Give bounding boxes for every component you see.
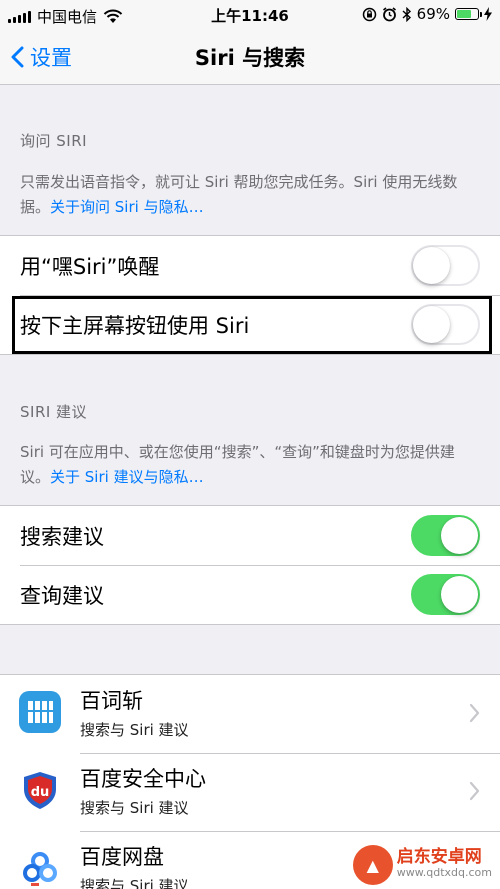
bluetooth-icon: [402, 6, 411, 22]
battery-percent: 69%: [416, 5, 450, 23]
ask-siri-group: 用“嘿Siri”唤醒 按下主屏幕按钮使用 Siri: [0, 235, 500, 355]
toggle-knob: [413, 247, 450, 284]
lookup-suggestions-label: 查询建议: [20, 583, 104, 608]
baidu-netdisk-icon: [19, 847, 61, 889]
siri-suggestions-description: Siri 可在应用中、或在您使用“搜索”、“查询”和键盘时为您提供建议。关于 S…: [20, 440, 482, 490]
app-row-baidu-security[interactable]: du 百度安全中心 搜索与 Siri 建议: [0, 753, 500, 831]
toggle-knob: [441, 576, 478, 613]
app-name: 百词斩: [80, 689, 143, 713]
status-bar: 中国电信 上午11:46 69%: [0, 0, 500, 30]
home-button-siri-label: 按下主屏幕按钮使用 Siri: [20, 313, 250, 338]
nav-bar: 设置 Siri 与搜索: [0, 30, 500, 85]
app-name: 百度网盘: [80, 845, 164, 869]
battery-icon: [455, 8, 482, 20]
alarm-icon: [382, 6, 396, 21]
watermark-logo: ▲: [352, 845, 393, 885]
status-right: 69%: [362, 5, 492, 23]
ask-siri-privacy-link[interactable]: 关于询问 Siri 与隐私…: [50, 198, 204, 216]
app-row-baicizhan[interactable]: 百词斩 搜索与 Siri 建议: [0, 675, 500, 753]
watermark-text: 启东安卓网 www.qdtxdq.com: [397, 849, 492, 881]
app-subtitle: 搜索与 Siri 建议: [80, 877, 189, 889]
hey-siri-label: 用“嘿Siri”唤醒: [20, 254, 160, 279]
site-watermark: ▲ 启东安卓网 www.qdtxdq.com: [352, 845, 492, 885]
watermark-title: 启东安卓网: [396, 847, 482, 867]
app-subtitle: 搜索与 Siri 建议: [80, 799, 189, 817]
page-title: Siri 与搜索: [194, 46, 306, 70]
toggle-knob: [441, 517, 478, 554]
hey-siri-toggle[interactable]: [411, 245, 480, 286]
home-button-siri-toggle[interactable]: [411, 304, 480, 345]
search-suggestions-toggle[interactable]: [411, 515, 480, 556]
app-subtitle: 搜索与 Siri 建议: [80, 721, 189, 739]
baidu-security-icon: du: [19, 769, 61, 811]
siri-suggestions-privacy-link[interactable]: 关于 Siri 建议与隐私…: [50, 468, 204, 486]
home-button-siri-row: 按下主屏幕按钮使用 Siri: [0, 295, 500, 354]
baicizhan-icon: [19, 691, 61, 733]
lookup-suggestions-row: 查询建议: [0, 565, 500, 624]
app-name: 百度安全中心: [80, 767, 206, 791]
ask-siri-description: 只需发出语音指令，就可让 Siri 帮助您完成任务。Siri 使用无线数据。关于…: [20, 170, 482, 220]
siri-suggestions-header: SIRI 建议: [20, 403, 88, 421]
chevron-right-icon: [469, 703, 480, 723]
search-suggestions-row: 搜索建议: [0, 506, 500, 565]
search-suggestions-label: 搜索建议: [20, 524, 104, 549]
chevron-right-icon: [469, 781, 480, 801]
orientation-lock-icon: [362, 7, 376, 21]
siri-suggestions-group: 搜索建议 查询建议: [0, 505, 500, 625]
hey-siri-row: 用“嘿Siri”唤醒: [0, 236, 500, 295]
watermark-url: www.qdtxdq.com: [396, 866, 492, 879]
svg-text:du: du: [31, 785, 50, 800]
ask-siri-header: 询问 SIRI: [20, 132, 88, 150]
charging-icon: [484, 7, 492, 21]
lookup-suggestions-toggle[interactable]: [411, 574, 480, 615]
toggle-knob: [413, 306, 450, 343]
